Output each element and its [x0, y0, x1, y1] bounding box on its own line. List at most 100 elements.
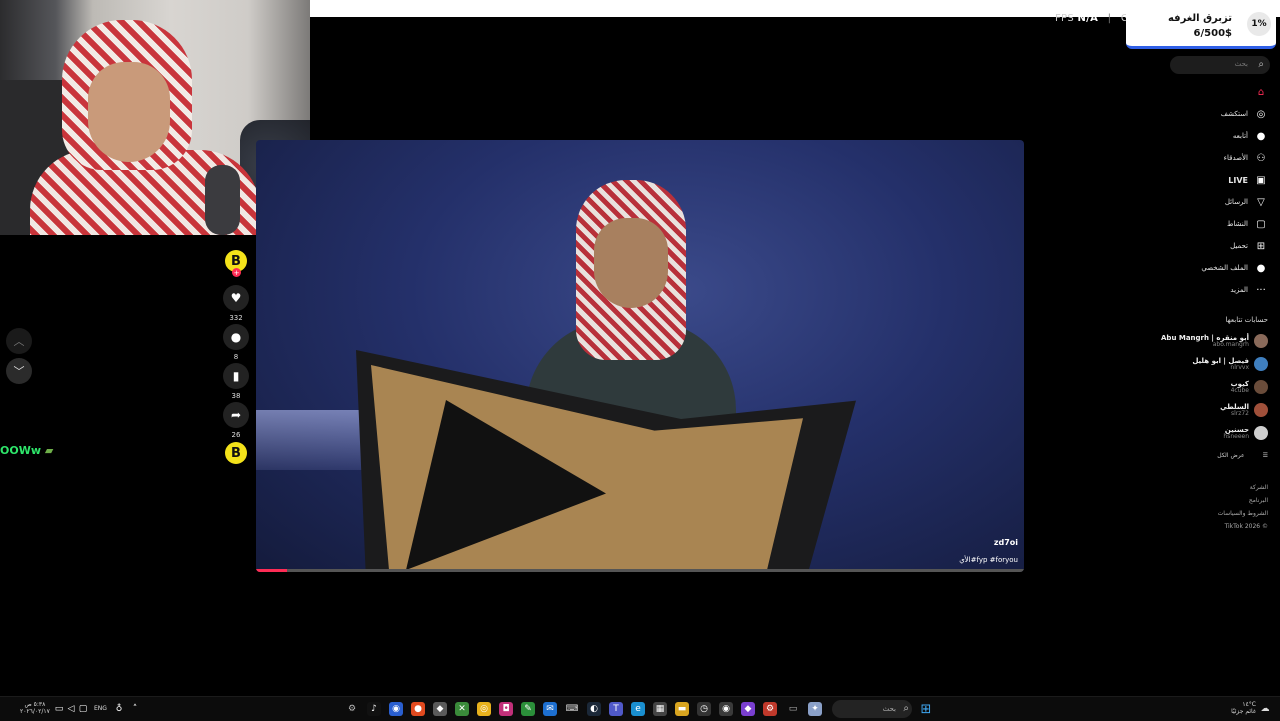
- list-icon: ☰: [1262, 452, 1268, 459]
- windows-start-icon[interactable]: ⊞: [919, 702, 933, 717]
- network-icon[interactable]: ▢: [76, 702, 90, 716]
- steam-icon[interactable]: ◐: [587, 702, 601, 716]
- share-icon[interactable]: ➦: [223, 402, 249, 428]
- taskbar-search[interactable]: بحث ⌕: [832, 700, 912, 718]
- app-icon[interactable]: ◷: [697, 702, 711, 716]
- avatar: [1254, 334, 1268, 348]
- avatar: [1254, 426, 1268, 440]
- edge-icon[interactable]: e: [631, 702, 645, 716]
- save-count: 38: [231, 392, 241, 400]
- weather-desc: غائم جزئيًا: [1231, 708, 1256, 716]
- instagram-icon[interactable]: ◘: [499, 702, 513, 716]
- more-icon: ···: [1256, 284, 1266, 296]
- speaker-face: [594, 218, 668, 308]
- xbox-icon[interactable]: ✕: [455, 702, 469, 716]
- following-icon: ●: [1256, 130, 1266, 142]
- following-item[interactable]: كيوب 4cube: [1231, 378, 1268, 396]
- settings-icon[interactable]: ⚙: [345, 702, 359, 716]
- following-item[interactable]: فيصل | ابو هليل nlrvvx: [1192, 355, 1268, 373]
- comment-icon[interactable]: ●: [223, 324, 249, 350]
- share-action[interactable]: ➦ 26: [218, 402, 254, 439]
- chevron-up-icon[interactable]: ˄: [128, 702, 142, 716]
- following-text: Abu Mangrh | أبو منقره abo.mangrh: [1161, 334, 1249, 348]
- keyboard-icon[interactable]: ⌨: [565, 702, 579, 716]
- sidebar-item-live[interactable]: LIVE ▣: [1228, 172, 1268, 188]
- sidebar-item-more[interactable]: المزيد ···: [1230, 282, 1268, 298]
- mail-icon[interactable]: ✉: [543, 702, 557, 716]
- footer-link[interactable]: الشركة: [1250, 484, 1268, 491]
- app-icon[interactable]: ▦: [653, 702, 667, 716]
- app-icon[interactable]: ◉: [719, 702, 733, 716]
- footer-link[interactable]: الشروط والسياسات: [1218, 510, 1268, 517]
- save-action[interactable]: ▮ 38: [218, 363, 254, 400]
- following-item[interactable]: Abu Mangrh | أبو منقره abo.mangrh: [1161, 332, 1268, 350]
- video-background-light: [256, 410, 376, 470]
- sidebar-item-label: المزيد: [1230, 286, 1248, 294]
- profile-icon: ●: [1256, 262, 1266, 274]
- sidebar-item-friends[interactable]: الأصدقاء ⚇: [1224, 150, 1268, 166]
- sidebar-item-label: LIVE: [1228, 175, 1248, 185]
- like-action[interactable]: ♥ 332: [218, 285, 254, 322]
- clock-time: ٥:٣٨ ص: [24, 701, 46, 708]
- search-icon: ⌕: [903, 703, 909, 714]
- following-item[interactable]: حسنين hsneeen: [1223, 424, 1268, 442]
- sidebar-item-home[interactable]: ⌂: [1248, 84, 1268, 100]
- taskbar-clock[interactable]: ٥:٣٨ ص ٢٠٢٦/٠٢/١٧: [20, 701, 50, 715]
- following-username: hsneeen: [1223, 432, 1249, 440]
- app-icon[interactable]: ◉: [389, 702, 403, 716]
- follow-plus-icon[interactable]: +: [232, 268, 241, 277]
- video-player[interactable]: zd7oi الأي#fyp #foryou: [256, 140, 1024, 572]
- sidebar-item-label: تحميل: [1230, 242, 1248, 250]
- next-video-button[interactable]: ﹀: [6, 358, 32, 384]
- video-progress-bar[interactable]: [256, 569, 1024, 572]
- app-icon[interactable]: ◆: [741, 702, 755, 716]
- video-author[interactable]: zd7oi: [994, 538, 1018, 547]
- avatar: [1254, 403, 1268, 417]
- following-item[interactable]: السلطي slrz72: [1220, 401, 1268, 419]
- search-highlight-icon[interactable]: ✦: [808, 702, 822, 716]
- weather-widget[interactable]: ١٤°C غائم جزئيًا: [1226, 701, 1256, 715]
- task-view-icon[interactable]: ▭: [786, 702, 800, 716]
- app-icon[interactable]: ◆: [433, 702, 447, 716]
- footer-link[interactable]: TikTok 2026 ©: [1225, 523, 1269, 530]
- sidebar-item-following[interactable]: أتابعه ●: [1233, 128, 1268, 144]
- microphone-icon[interactable]: ♁: [112, 702, 126, 716]
- windows-taskbar: ٥:٣٨ ص ٢٠٢٦/٠٢/١٧ ▭ ◁ ▢ ENG ♁ ˄ ⚙ ♪ ◉ ● …: [0, 696, 1280, 721]
- clock-date: ٢٠٢٦/٠٢/١٧: [20, 708, 50, 716]
- heart-icon[interactable]: ♥: [223, 285, 249, 311]
- search-icon[interactable]: ⌕: [1258, 59, 1264, 70]
- avatar: [1254, 357, 1268, 371]
- see-all-link[interactable]: عرض الكل ☰: [1217, 452, 1268, 459]
- bookmark-icon[interactable]: ▮: [223, 363, 249, 389]
- app-icon[interactable]: ⚙: [763, 702, 777, 716]
- app-icon[interactable]: ✎: [521, 702, 535, 716]
- activity-icon: ▢: [1256, 218, 1266, 230]
- donation-goal-widget: 1% تزبرق الغرفه 6/500$: [1126, 4, 1276, 49]
- sound-disc[interactable]: B: [225, 442, 247, 464]
- webcam-face: [88, 62, 170, 162]
- sidebar-item-label: الرسائل: [1224, 198, 1248, 206]
- chevron-up-icon: ︿: [13, 335, 25, 348]
- teams-icon[interactable]: T: [609, 702, 623, 716]
- sidebar-item-upload[interactable]: تحميل ⊞: [1230, 238, 1268, 254]
- previous-video-button[interactable]: ︿: [6, 328, 32, 354]
- see-all-label: عرض الكل: [1217, 452, 1245, 459]
- sidebar-item-activity[interactable]: النشاط ▢: [1227, 216, 1268, 232]
- app-icon[interactable]: ●: [411, 702, 425, 716]
- following-username: abo.mangrh: [1212, 340, 1249, 348]
- sidebar-item-compass[interactable]: استكشف ◎: [1221, 106, 1268, 122]
- following-header: حسابات تتابعها: [1225, 316, 1268, 324]
- sidebar-item-profile[interactable]: الملف الشخصي ●: [1201, 260, 1268, 276]
- compass-icon: ◎: [1256, 108, 1266, 120]
- folder-icon[interactable]: ▬: [675, 702, 689, 716]
- sidebar-item-label: الأصدقاء: [1223, 154, 1248, 162]
- tiktok-icon[interactable]: ♪: [367, 702, 381, 716]
- language-indicator[interactable]: ENG: [94, 705, 107, 712]
- weather-icon: ☁: [1260, 704, 1270, 714]
- chrome-icon[interactable]: ◎: [477, 702, 491, 716]
- following-text: السلطي slrz72: [1220, 403, 1249, 417]
- search-input[interactable]: بحث ⌕: [1170, 56, 1270, 74]
- sidebar-item-messages[interactable]: الرسائل ▽: [1225, 194, 1268, 210]
- comment-action[interactable]: ● 8: [218, 324, 254, 361]
- footer-link[interactable]: البرنامج: [1249, 497, 1268, 504]
